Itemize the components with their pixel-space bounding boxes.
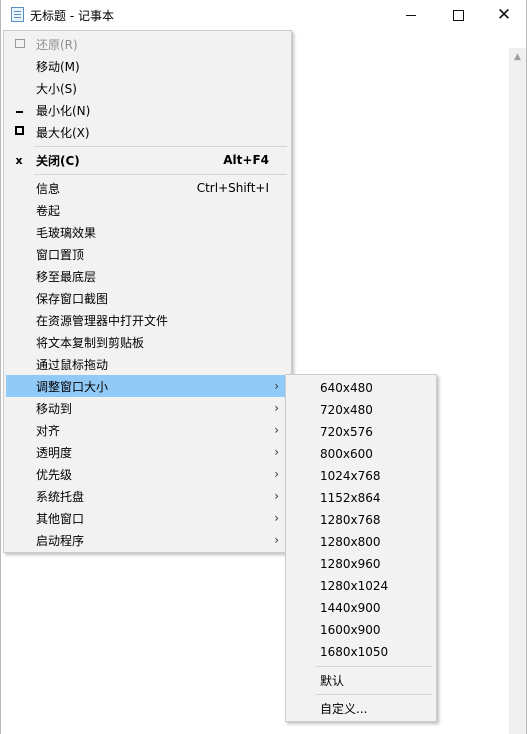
size-option[interactable]: 720x480 — [288, 399, 434, 421]
vertical-scrollbar[interactable]: ▲ — [509, 48, 526, 734]
menu-item-roll-up[interactable]: 卷起 — [6, 199, 289, 221]
size-option[interactable]: 1680x1050 — [288, 641, 434, 663]
menu-item-maximize[interactable]: 最大化(X) — [6, 121, 289, 143]
menu-item-always-on-top[interactable]: 窗口置顶 — [6, 243, 289, 265]
menu-item-mouse-drag[interactable]: 通过鼠标拖动 — [6, 353, 289, 375]
menu-item-info[interactable]: 信息 Ctrl+Shift+I — [6, 177, 289, 199]
menu-item-launch-program[interactable]: 启动程序 › — [6, 529, 289, 551]
menu-item-size[interactable]: 大小(S) — [6, 77, 289, 99]
size-option[interactable]: 1280x960 — [288, 553, 434, 575]
notepad-icon[interactable] — [11, 7, 24, 22]
menu-item-resize-window[interactable]: 调整窗口大小 › — [6, 375, 289, 397]
chevron-right-icon: › — [274, 467, 279, 481]
scroll-up-arrow-icon[interactable]: ▲ — [509, 48, 526, 65]
minimize-button[interactable] — [388, 0, 434, 30]
chevron-right-icon: › — [274, 401, 279, 415]
menu-separator — [34, 174, 287, 175]
close-button[interactable]: ✕ — [481, 0, 527, 30]
chevron-right-icon: › — [274, 511, 279, 525]
size-option-default[interactable]: 默认 — [288, 669, 434, 691]
size-option[interactable]: 1024x768 — [288, 465, 434, 487]
size-option[interactable]: 800x600 — [288, 443, 434, 465]
minimize-icon — [406, 14, 416, 16]
menu-item-restore[interactable]: 还原(R) — [6, 33, 289, 55]
close-icon: ✕ — [496, 4, 512, 25]
size-option[interactable]: 1280x768 — [288, 509, 434, 531]
menu-item-save-screenshot[interactable]: 保存窗口截图 — [6, 287, 289, 309]
menu-separator — [34, 146, 287, 147]
size-option[interactable]: 1440x900 — [288, 597, 434, 619]
maximize-icon — [14, 126, 24, 138]
menu-item-transparency[interactable]: 透明度 › — [6, 441, 289, 463]
menu-item-close[interactable]: x 关闭(C) Alt+F4 — [6, 149, 289, 171]
system-context-menu: 还原(R) 移动(M) 大小(S) 最小化(N) 最大化(X) x 关闭(C) … — [3, 30, 292, 553]
menu-item-priority[interactable]: 优先级 › — [6, 463, 289, 485]
size-option[interactable]: 1280x800 — [288, 531, 434, 553]
menu-item-move[interactable]: 移动(M) — [6, 55, 289, 77]
maximize-icon — [452, 9, 464, 21]
minimize-icon — [14, 105, 24, 116]
title-bar[interactable]: 无标题 - 记事本 ✕ — [1, 0, 526, 30]
resize-window-submenu: 640x480 720x480 720x576 800x600 1024x768… — [285, 374, 437, 722]
chevron-right-icon: › — [274, 489, 279, 503]
chevron-right-icon: › — [274, 445, 279, 459]
size-option[interactable]: 1280x1024 — [288, 575, 434, 597]
menu-item-align[interactable]: 对齐 › — [6, 419, 289, 441]
menu-item-aero-glass[interactable]: 毛玻璃效果 — [6, 221, 289, 243]
size-option[interactable]: 1152x864 — [288, 487, 434, 509]
menu-separator — [316, 666, 432, 667]
size-option[interactable]: 1600x900 — [288, 619, 434, 641]
size-option[interactable]: 720x576 — [288, 421, 434, 443]
menu-item-open-in-explorer[interactable]: 在资源管理器中打开文件 — [6, 309, 289, 331]
chevron-right-icon: › — [274, 423, 279, 437]
chevron-right-icon: › — [274, 533, 279, 547]
window-title: 无标题 - 记事本 — [30, 9, 114, 23]
menu-item-send-to-bottom[interactable]: 移至最底层 — [6, 265, 289, 287]
menu-item-copy-text[interactable]: 将文本复制到剪贴板 — [6, 331, 289, 353]
menu-item-minimize[interactable]: 最小化(N) — [6, 99, 289, 121]
menu-separator — [316, 694, 432, 695]
size-option[interactable]: 640x480 — [288, 377, 434, 399]
menu-item-system-tray[interactable]: 系统托盘 › — [6, 485, 289, 507]
maximize-button[interactable] — [435, 0, 481, 30]
menu-item-other-windows[interactable]: 其他窗口 › — [6, 507, 289, 529]
chevron-right-icon: › — [274, 379, 279, 393]
restore-icon — [14, 38, 25, 50]
close-icon: x — [15, 153, 23, 167]
size-option-custom[interactable]: 自定义... — [288, 697, 434, 719]
menu-item-move-to[interactable]: 移动到 › — [6, 397, 289, 419]
